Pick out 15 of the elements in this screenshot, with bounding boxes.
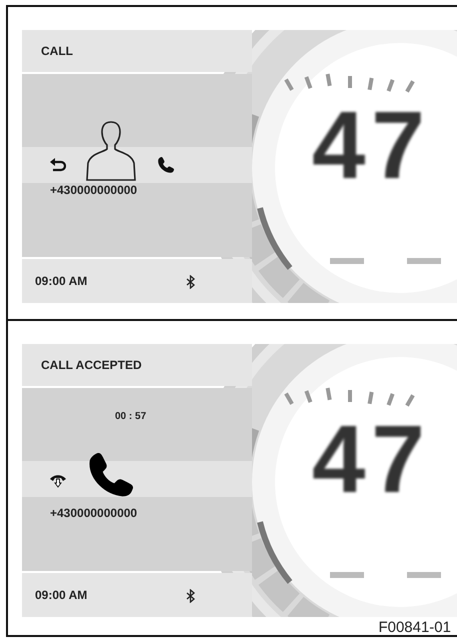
figure-id: F00841-01 — [378, 620, 451, 635]
clock-time: 09:00 AM — [35, 588, 88, 602]
phone-icon[interactable] — [157, 155, 175, 175]
bluetooth-icon — [186, 589, 196, 603]
phone-number: +430000000000 — [50, 183, 138, 197]
bluetooth-icon — [186, 275, 196, 289]
clock-time: 09:00 AM — [35, 274, 88, 288]
speed-readout: 47 — [312, 98, 431, 194]
screen-title: CALL ACCEPTED — [41, 358, 142, 372]
speed-readout: 47 — [312, 412, 431, 508]
person-silhouette-icon — [85, 120, 137, 182]
back-arrow-icon[interactable] — [49, 157, 66, 172]
screen-title: CALL — [41, 44, 73, 58]
call-duration: 00 : 57 — [115, 411, 146, 422]
phone-number: +430000000000 — [50, 506, 138, 520]
